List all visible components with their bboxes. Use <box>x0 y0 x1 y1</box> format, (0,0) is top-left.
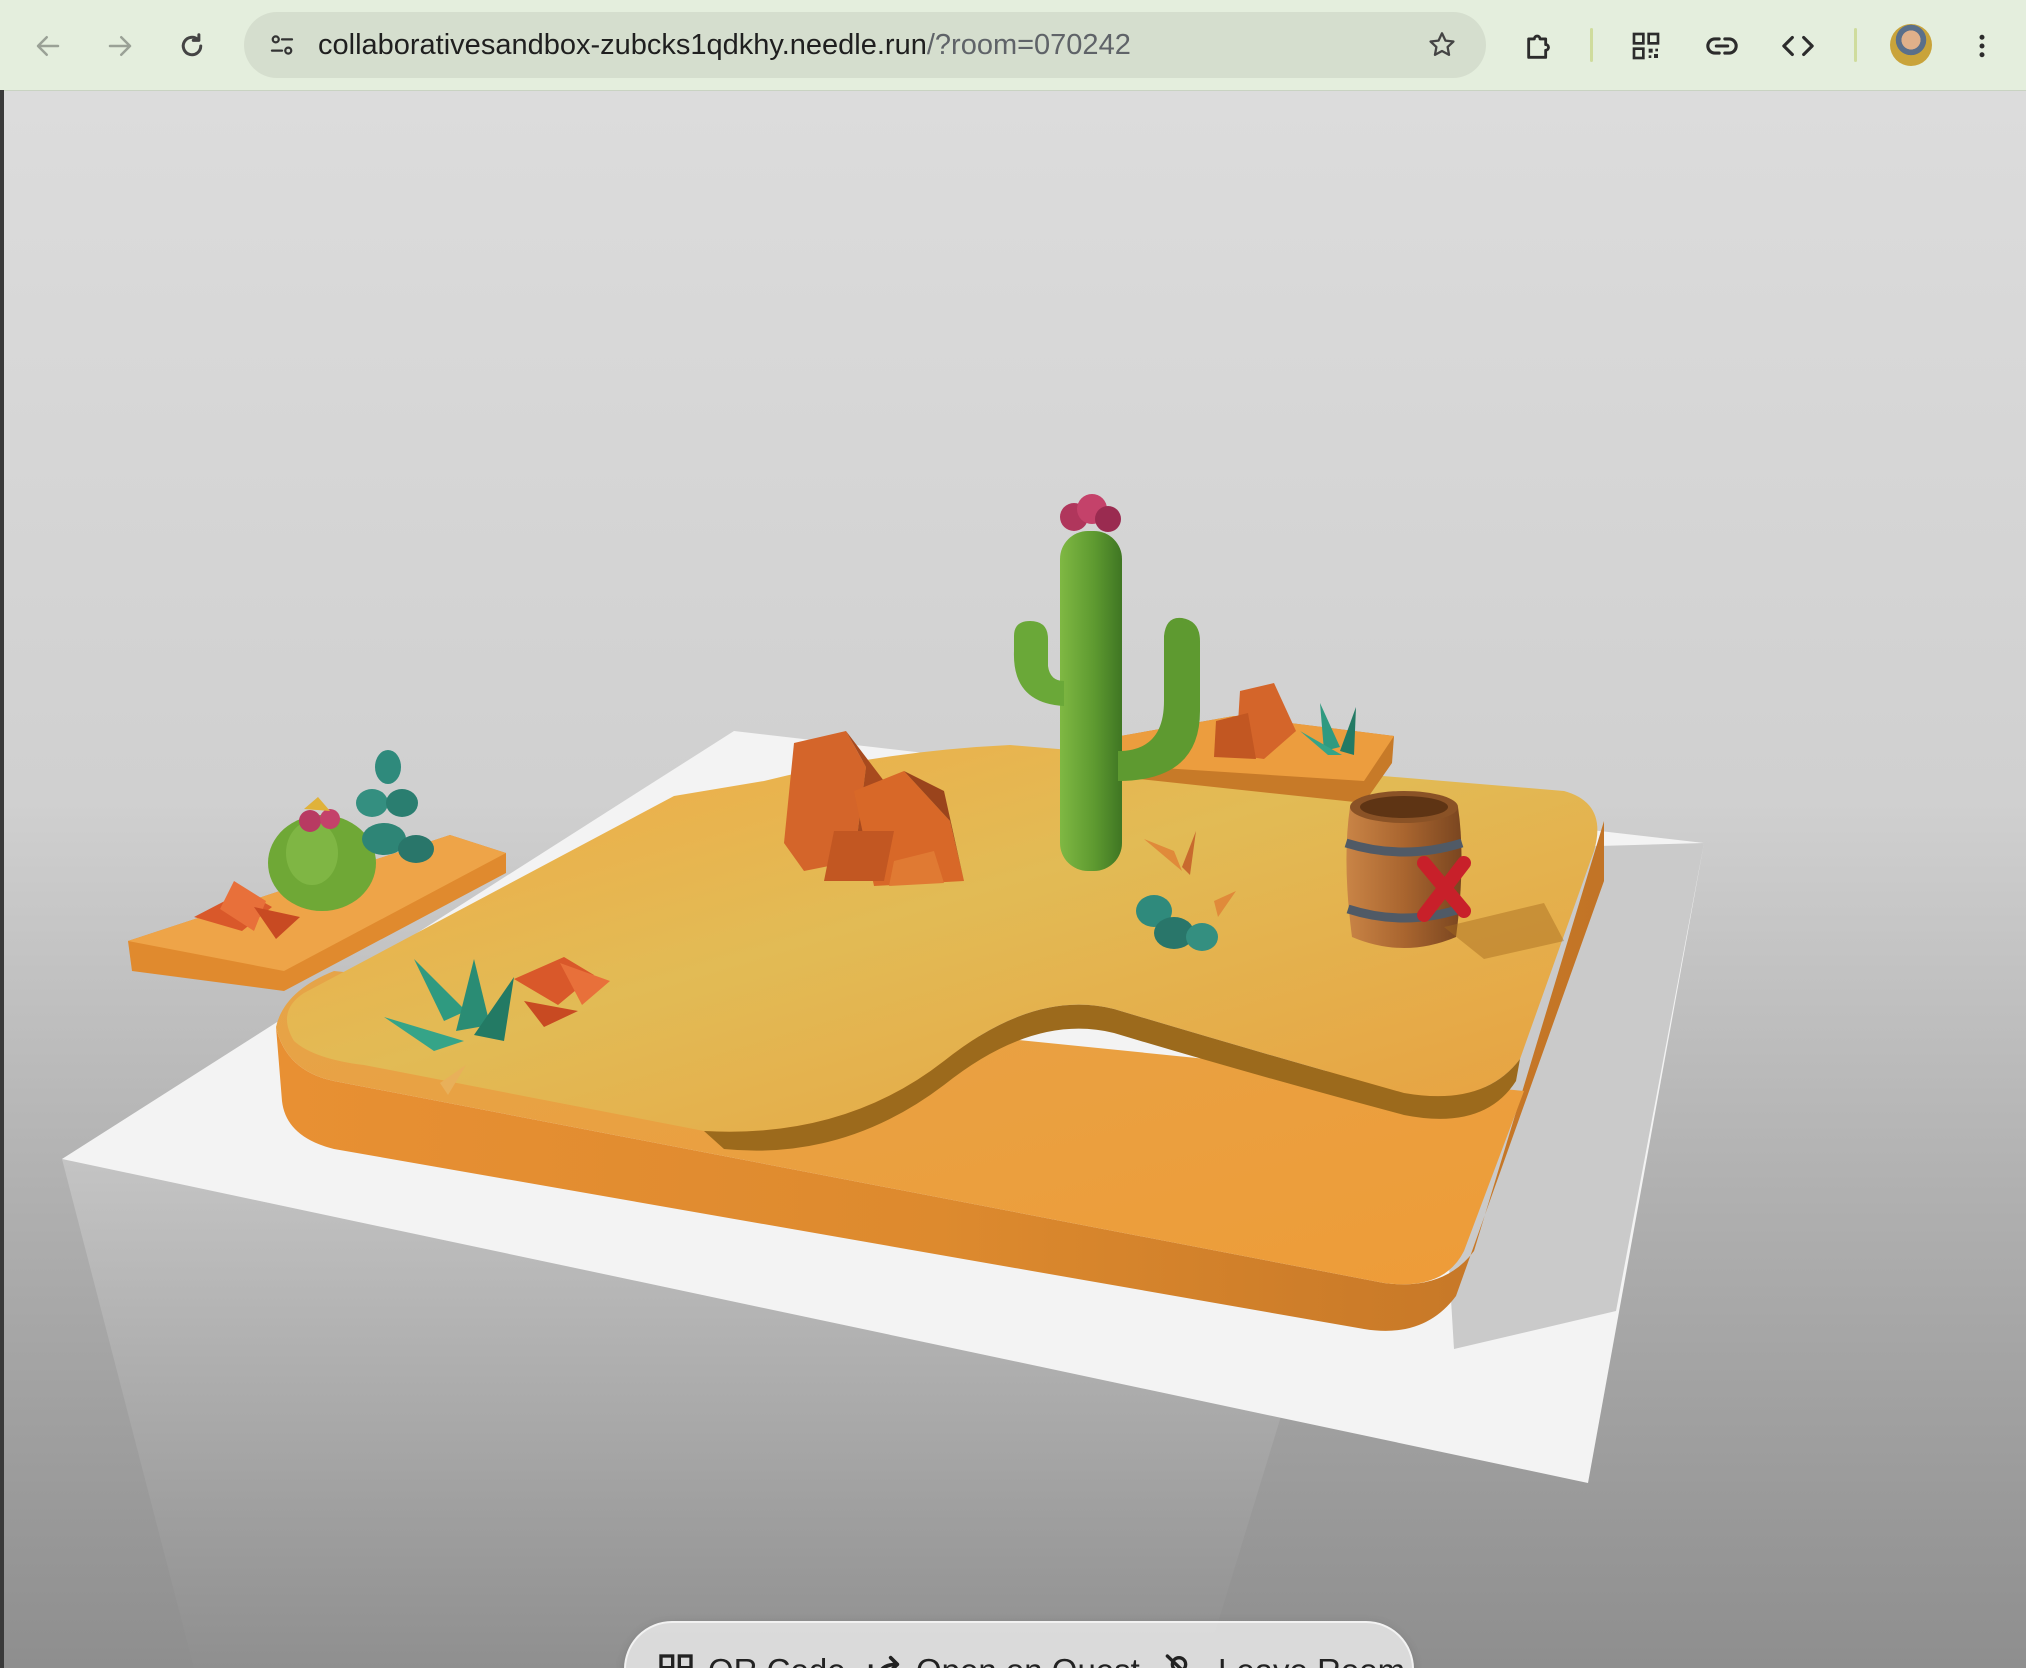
url-host: collaborativesandbox-zubcks1qdkhy.needle… <box>318 29 927 61</box>
back-arrow-icon <box>36 36 60 56</box>
wooden-barrel <box>1344 791 1471 948</box>
back-button[interactable] <box>22 20 74 72</box>
browser-toolbar: collaborativesandbox-zubcks1qdkhy.needle… <box>0 0 2026 91</box>
toolbar-divider <box>1590 28 1593 62</box>
site-settings-icon[interactable] <box>262 25 302 65</box>
reload-button[interactable] <box>166 20 218 72</box>
leave-room-label: Leave Room <box>1218 1652 1405 1668</box>
profile-avatar[interactable] <box>1890 24 1932 66</box>
open-on-quest-button[interactable]: Open on Quest <box>864 1623 1140 1668</box>
extensions-icon[interactable] <box>1514 20 1566 72</box>
bookmark-star-icon[interactable] <box>1422 25 1462 65</box>
link-icon[interactable] <box>1696 20 1748 72</box>
qr-code-icon[interactable] <box>1620 20 1672 72</box>
barrel-cactus <box>268 797 376 911</box>
leave-room-button[interactable]: Leave Room <box>1162 1623 1405 1668</box>
more-menu-icon[interactable] <box>1956 20 2008 72</box>
room-menu: QR Code Open on Quest Leave Room <box>624 1621 1414 1668</box>
code-icon[interactable] <box>1772 20 1824 72</box>
open-on-quest-label: Open on Quest <box>916 1652 1140 1668</box>
toolbar-divider <box>1854 28 1857 62</box>
leave-room-icon <box>1165 1654 1188 1668</box>
paddle-cactus <box>356 750 434 863</box>
desert-scene[interactable] <box>4 91 2026 1668</box>
qr-code-icon <box>659 1654 693 1668</box>
reload-icon <box>181 33 203 57</box>
url-path: /?room=070242 <box>926 29 1131 61</box>
address-bar[interactable]: collaborativesandbox-zubcks1qdkhy.needle… <box>244 12 1486 78</box>
qr-code-label: QR Code <box>708 1652 846 1668</box>
qr-code-button[interactable]: QR Code <box>656 1623 846 1668</box>
share-out-icon <box>868 1655 900 1668</box>
url-text[interactable]: collaborativesandbox-zubcks1qdkhy.needle… <box>318 12 1131 78</box>
forward-button[interactable] <box>94 20 146 72</box>
forward-arrow-icon <box>108 36 132 56</box>
3d-viewport[interactable]: QR Code Open on Quest Leave Room <box>4 91 2026 1668</box>
